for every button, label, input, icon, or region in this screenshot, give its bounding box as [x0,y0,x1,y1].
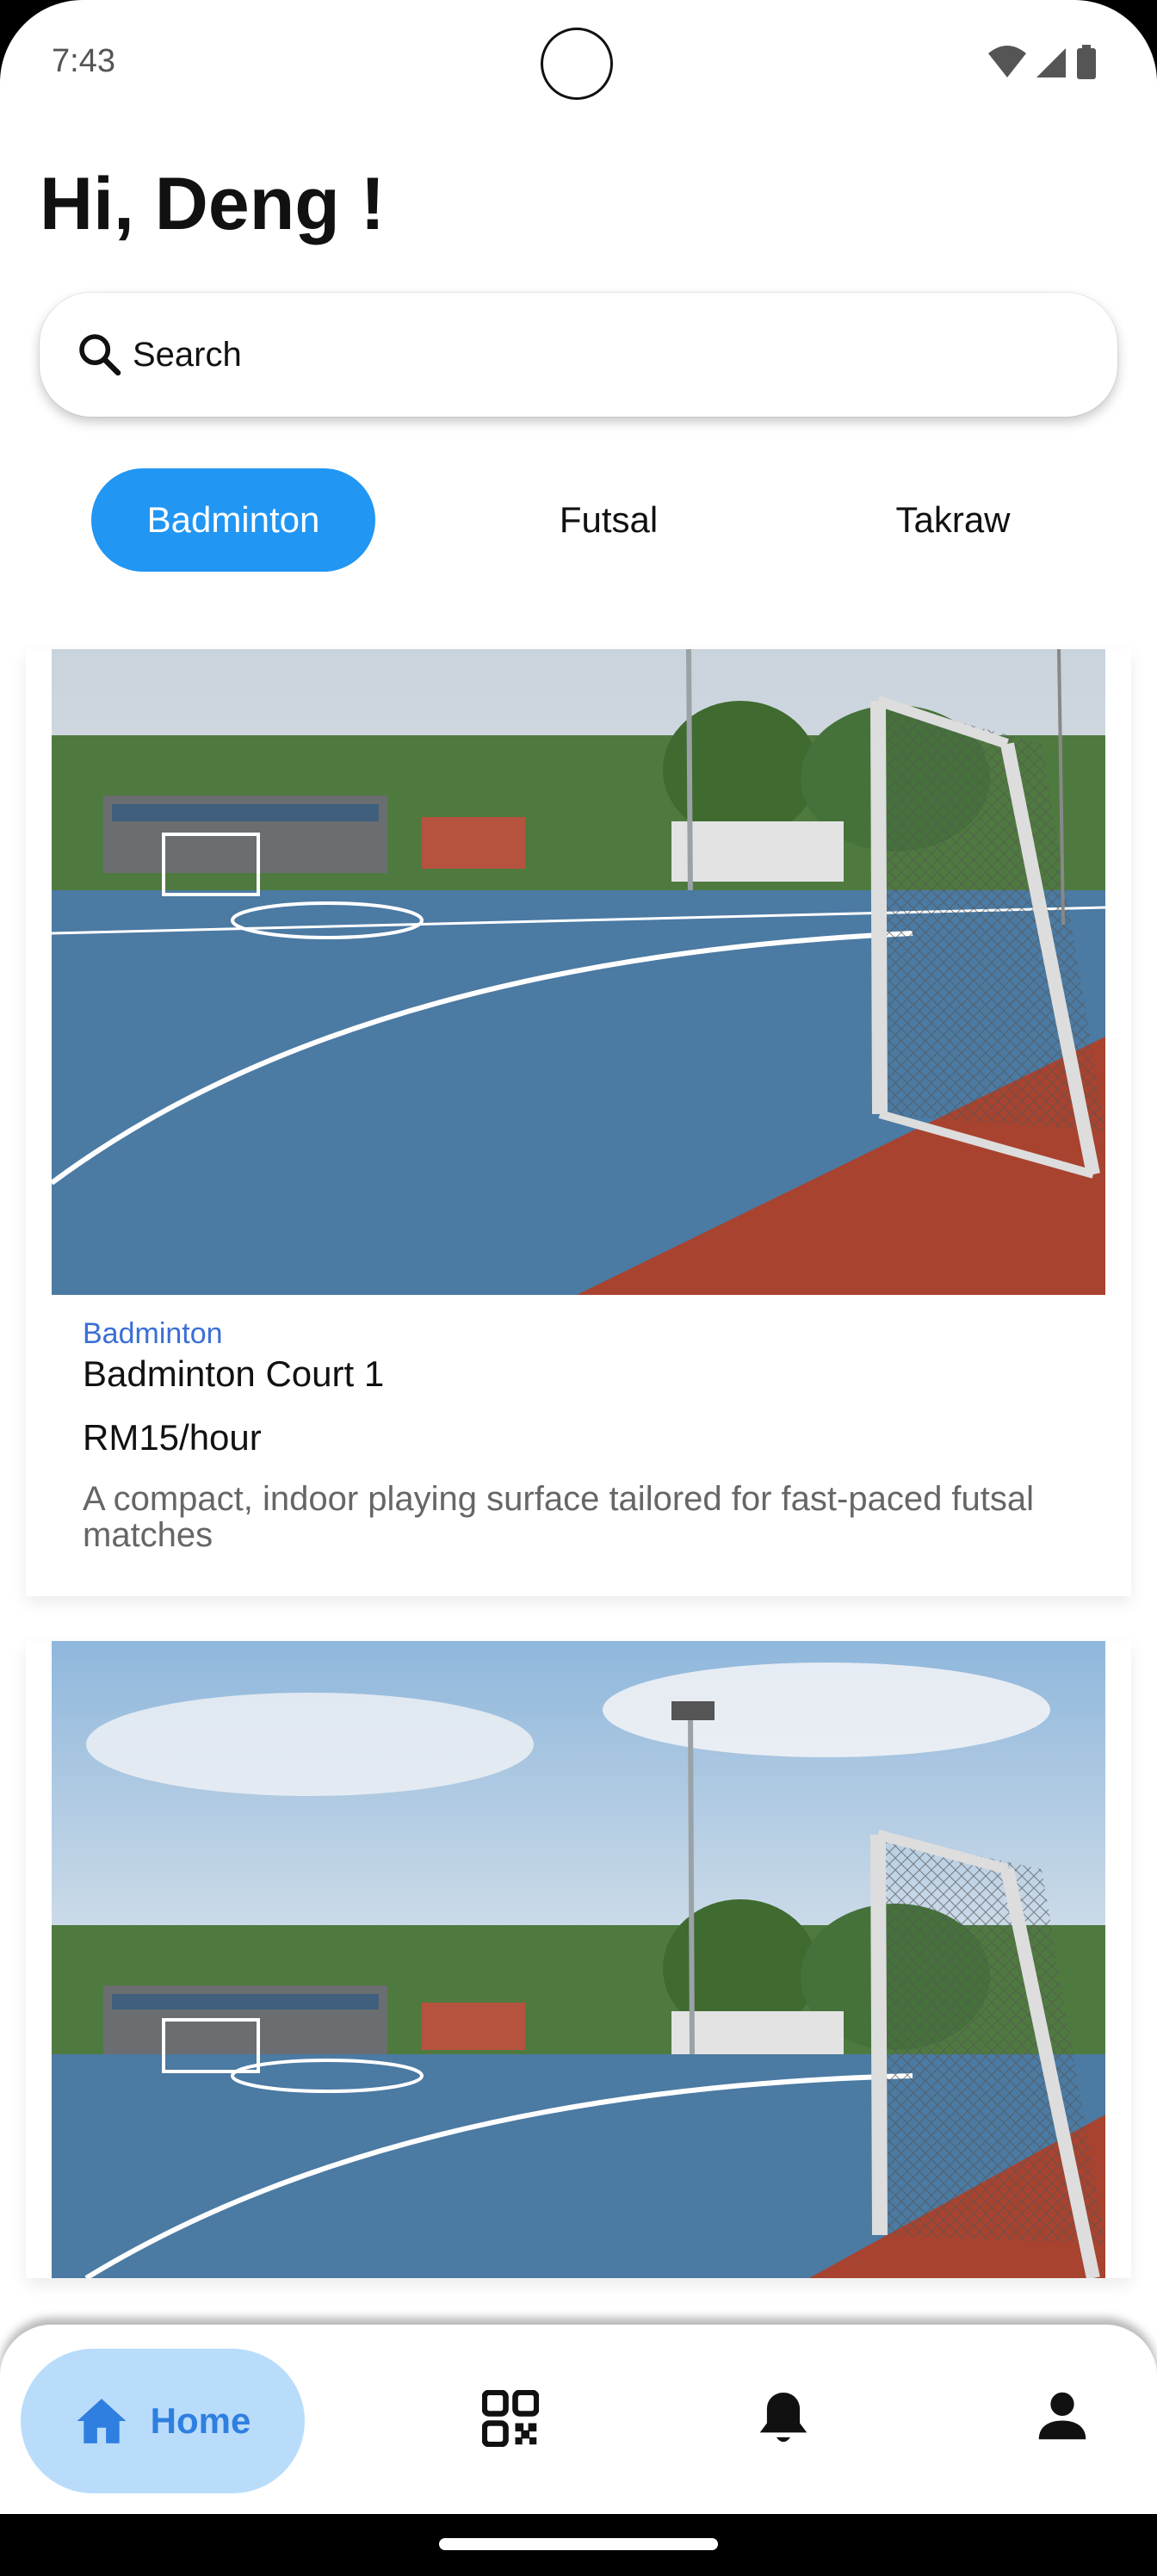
search-input[interactable]: Search [133,336,242,375]
status-time: 7:43 [52,43,115,79]
tab-takraw[interactable]: Takraw [848,468,1058,572]
person-icon[interactable] [1036,2390,1088,2442]
tab-badminton[interactable]: Badminton [91,468,375,572]
nav-home-label: Home [150,2400,251,2441]
bell-icon[interactable] [758,2390,809,2447]
nav-item-home[interactable]: Home [21,2349,305,2493]
wifi-icon [988,46,1026,77]
signal-icon [1036,48,1066,77]
card-title: Badminton Court 1 [83,1353,385,1394]
status-icons [988,45,1097,79]
gesture-handle[interactable] [439,2538,718,2550]
greeting-title: Hi, Deng ! [40,163,386,245]
card-description: A compact, indoor playing surface tailor… [83,1480,1035,1554]
card-category: Badminton [83,1317,223,1350]
qr-code-icon[interactable] [482,2390,539,2447]
court-card[interactable]: Badminton Badminton Court 1 RM15/hour A … [26,649,1131,1596]
court-card[interactable] [26,1641,1131,2278]
search-bar[interactable]: Search [40,293,1117,417]
battery-icon [1077,45,1096,79]
tab-futsal[interactable]: Futsal [504,468,714,572]
home-icon [77,2399,127,2443]
app-screen: 7:43 Hi, Deng ! Search Badminton Futsal … [0,0,1157,2576]
court-image [52,1641,1105,2278]
card-price: RM15/hour [83,1417,262,1458]
court-image [52,649,1105,1295]
bottom-navigation: Home [0,2325,1157,2514]
category-tabs: Badminton Futsal Takraw [0,468,1157,572]
camera-cutout [541,28,613,100]
search-icon [79,334,121,376]
